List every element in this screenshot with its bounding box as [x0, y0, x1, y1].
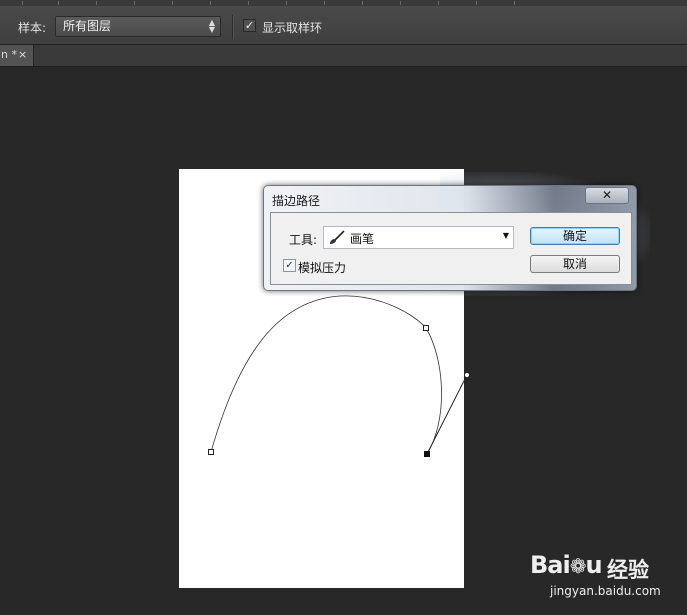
- brush-icon: [330, 230, 345, 244]
- baidu-logo: Bai❁u: [530, 551, 603, 579]
- cancel-button[interactable]: 取消: [530, 255, 620, 273]
- ok-button[interactable]: 确定: [530, 227, 620, 245]
- simulate-pressure-label[interactable]: 模拟压力: [298, 259, 346, 276]
- tool-select[interactable]: 画笔 ▼: [323, 226, 514, 249]
- anchor-point-middle[interactable]: [423, 325, 429, 331]
- baidu-logo-right: u: [585, 551, 602, 579]
- anchor-point-selected[interactable]: [424, 451, 430, 457]
- baidu-paw-icon: ❁: [569, 554, 587, 578]
- dialog-close-icon[interactable]: ✕: [585, 187, 629, 204]
- dialog-body: 工具: 画笔 ▼ ✓ 模拟压力 确定 取消: [270, 212, 632, 285]
- watermark-url: jingyan.baidu.com: [550, 584, 661, 598]
- watermark-brand: 经验: [607, 558, 649, 582]
- work-path: [208, 295, 470, 457]
- tool-select-value: 画笔: [350, 232, 375, 246]
- tool-label: 工具:: [289, 233, 318, 247]
- baidu-logo-left: Bai: [530, 551, 571, 579]
- dialog-title: 描边路径: [272, 194, 321, 208]
- dropdown-arrow-icon: ▼: [502, 231, 509, 240]
- path-curve: [210, 295, 442, 455]
- simulate-pressure-checkbox[interactable]: ✓: [283, 259, 296, 272]
- direction-handle-point[interactable]: [464, 372, 470, 378]
- stroke-path-dialog: 描边路径 ✕ 工具: 画笔 ▼ ✓ 模拟压力 确定 取消: [263, 185, 637, 291]
- anchor-point-start[interactable]: [208, 449, 214, 455]
- checkbox-check-icon: ✓: [285, 260, 294, 271]
- direction-handle-line: [426, 374, 468, 455]
